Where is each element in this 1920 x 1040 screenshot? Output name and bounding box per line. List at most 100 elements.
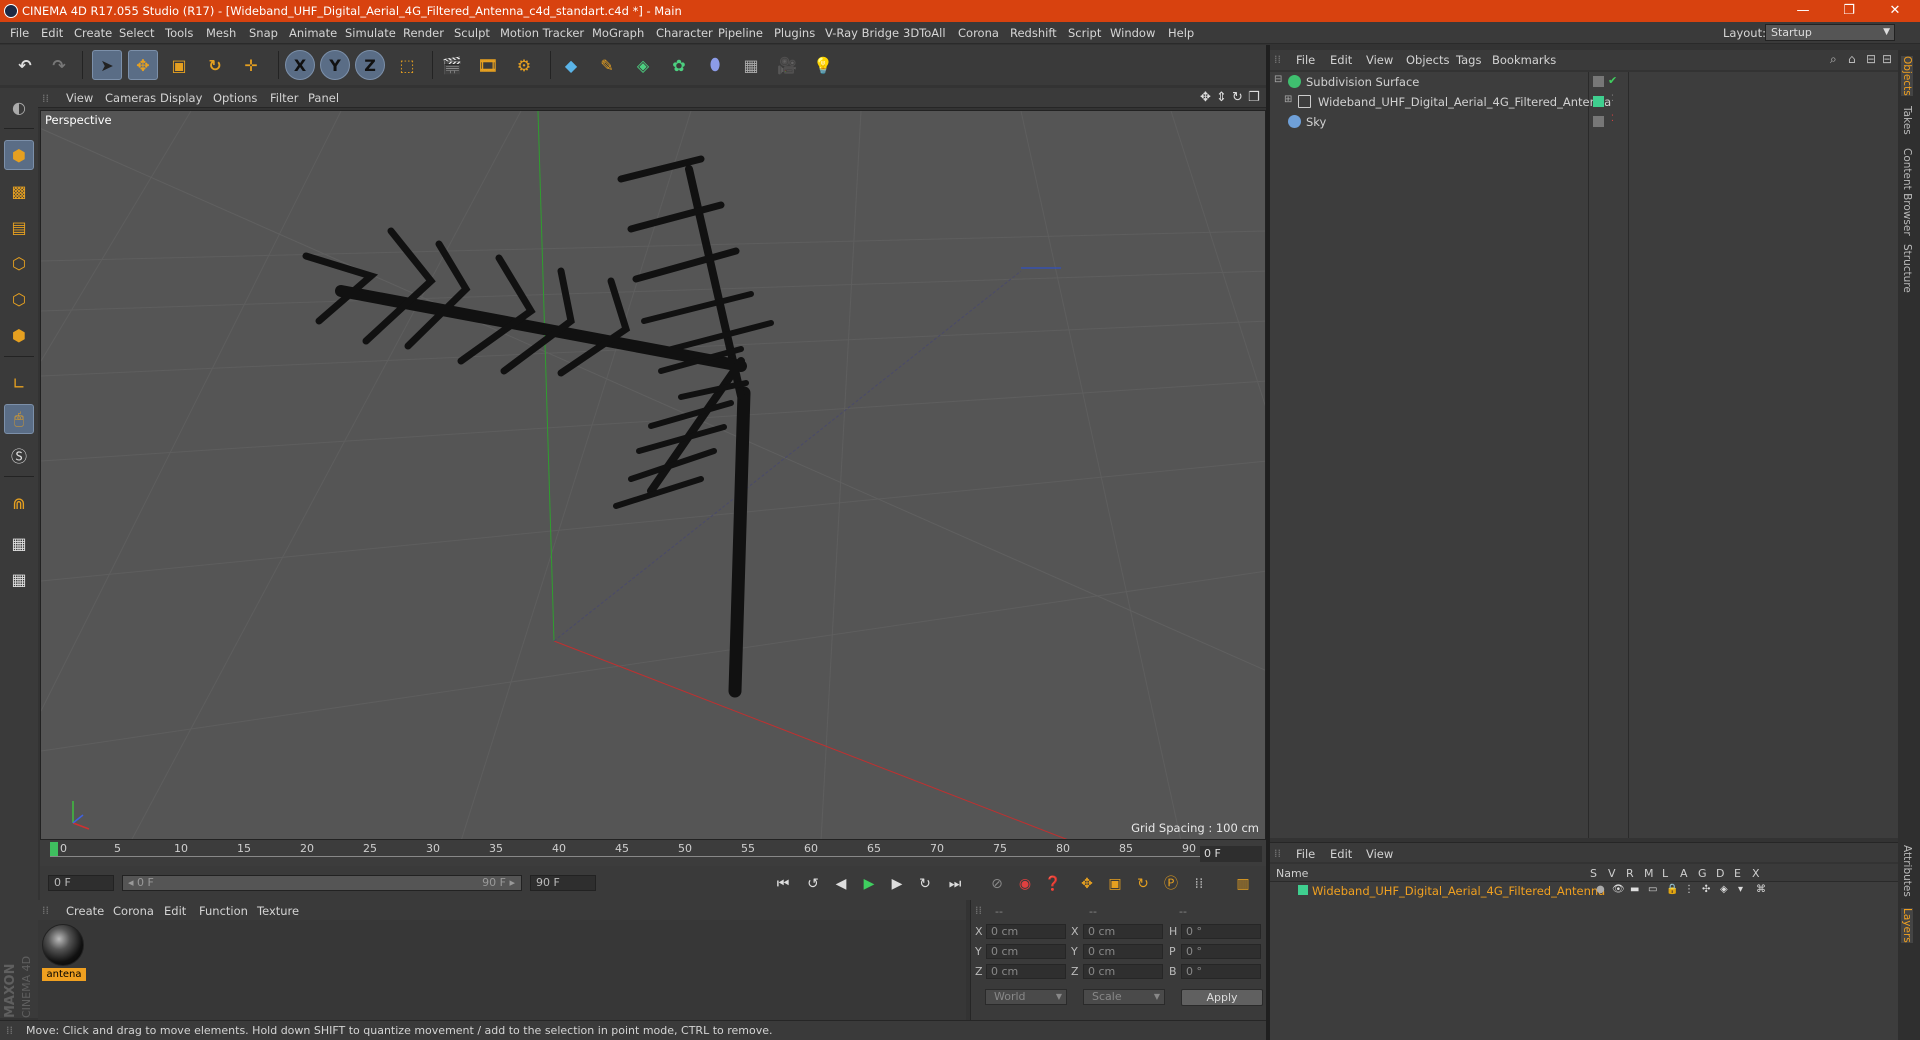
minimize-button[interactable]: —: [1780, 0, 1826, 22]
size-x-field[interactable]: 0 cm: [1083, 924, 1163, 939]
enabled-check-icon[interactable]: ✔: [1608, 74, 1617, 87]
redo-icon[interactable]: ↷: [44, 50, 74, 80]
generators-toggle-icon[interactable]: ✣: [1702, 884, 1710, 895]
material-swatch[interactable]: antena: [38, 920, 90, 986]
tab-structure[interactable]: Structure: [1901, 244, 1913, 293]
snap-magnet-icon[interactable]: ⋒: [4, 488, 34, 518]
col-manager[interactable]: M: [1644, 867, 1654, 880]
menu-snap[interactable]: Snap: [249, 26, 278, 40]
object-row-sky[interactable]: Sky ⁚: [1270, 112, 1898, 132]
axis-mode-icon[interactable]: ∟: [4, 368, 34, 398]
render-toggle-icon[interactable]: ▬: [1630, 884, 1639, 895]
object-row-antenna[interactable]: ⊞ Wideband_UHF_Digital_Aerial_4G_Filtere…: [1270, 92, 1898, 112]
lm-menu-view[interactable]: View: [1366, 847, 1393, 861]
make-editable-icon[interactable]: ◐: [4, 92, 34, 122]
coordinate-space-dropdown[interactable]: World ▼: [985, 989, 1067, 1005]
layer-row[interactable]: Wideband_UHF_Digital_Aerial_4G_Filtered_…: [1270, 882, 1898, 900]
menu-animate[interactable]: Animate: [289, 26, 337, 40]
z-axis-lock-button[interactable]: Z: [355, 50, 385, 80]
object-row-subdivision-surface[interactable]: ⊟ Subdivision Surface ✔: [1270, 72, 1898, 92]
menu-corona[interactable]: Corona: [958, 26, 999, 40]
menu-edit[interactable]: Edit: [41, 26, 63, 40]
menu-help[interactable]: Help: [1168, 26, 1194, 40]
key-parameter-icon[interactable]: Ⓟ: [1160, 873, 1182, 895]
keyframe-selection-icon[interactable]: ⊘: [986, 873, 1008, 895]
recent-tool-icon[interactable]: ✛: [236, 50, 266, 80]
tab-objects[interactable]: Objects: [1901, 56, 1913, 96]
layout-dropdown[interactable]: Startup ▼: [1765, 24, 1895, 41]
material-menu-function[interactable]: Function: [199, 904, 248, 918]
preview-range-slider[interactable]: ◂ 0 F 90 F ▸: [122, 875, 522, 891]
timeline-ruler[interactable]: 0 5 10 15 20 25 30 35 40 45 50 55 60 65 …: [40, 840, 1266, 866]
menu-pipeline[interactable]: Pipeline: [718, 26, 763, 40]
material-menu-create[interactable]: Create: [66, 904, 104, 918]
viewport-menu-display[interactable]: Display: [160, 91, 202, 105]
visibility-dots-icon[interactable]: ⁚: [1611, 114, 1614, 124]
animation-toggle-icon[interactable]: ⋮: [1684, 884, 1694, 895]
view-toggle-icon[interactable]: 👁: [1612, 884, 1625, 895]
step-forward-icon[interactable]: ▶: [886, 873, 908, 895]
deformers-toggle-icon[interactable]: ◈: [1720, 884, 1728, 895]
col-name[interactable]: Name: [1276, 867, 1308, 880]
play-icon[interactable]: ▶: [858, 873, 880, 895]
workplane-lock-icon[interactable]: ▦: [4, 528, 34, 558]
current-frame-field[interactable]: 0 F: [1200, 846, 1262, 862]
viewport-maximize-icon[interactable]: ❐: [1248, 90, 1260, 105]
menu-mesh[interactable]: Mesh: [206, 26, 236, 40]
live-selection-icon[interactable]: ➤: [92, 50, 122, 80]
viewport-menu-filter[interactable]: Filter: [270, 91, 298, 105]
key-position-icon[interactable]: ✥: [1076, 873, 1098, 895]
col-render[interactable]: R: [1626, 867, 1634, 880]
xrefs-toggle-icon[interactable]: ⌘: [1756, 884, 1766, 895]
coordinate-system-icon[interactable]: ⬚: [392, 50, 422, 80]
close-button[interactable]: ✕: [1872, 0, 1918, 22]
om-menu-view[interactable]: View: [1366, 53, 1393, 67]
menu-script[interactable]: Script: [1068, 26, 1101, 40]
array-mograph-icon[interactable]: ✿: [664, 50, 694, 80]
om-menu-file[interactable]: File: [1296, 53, 1315, 67]
light-icon[interactable]: 💡: [808, 50, 838, 80]
cube-primitive-icon[interactable]: ◆: [556, 50, 586, 80]
om-menu-objects[interactable]: Objects: [1406, 53, 1449, 67]
record-active-icon[interactable]: ◉: [1014, 873, 1036, 895]
workplane-mode-icon[interactable]: ▤: [4, 212, 34, 242]
lm-menu-edit[interactable]: Edit: [1330, 847, 1352, 861]
tab-layers[interactable]: Layers: [1901, 908, 1913, 943]
col-solo[interactable]: S: [1590, 867, 1597, 880]
rotate-tool-icon[interactable]: ↻: [200, 50, 230, 80]
menu-3dtoall[interactable]: 3DToAll: [903, 26, 946, 40]
key-point-level-icon[interactable]: ⁞⁞: [1188, 873, 1210, 895]
tweak-mode-icon[interactable]: 🖱: [4, 404, 34, 434]
material-menu-edit[interactable]: Edit: [164, 904, 186, 918]
collapse-icon[interactable]: ⊟: [1274, 74, 1282, 85]
menu-file[interactable]: File: [10, 26, 29, 40]
menu-render[interactable]: Render: [403, 26, 444, 40]
apply-button[interactable]: Apply: [1181, 989, 1263, 1006]
material-menu-texture[interactable]: Texture: [257, 904, 299, 918]
visibility-dots-icon[interactable]: ⁚: [1611, 94, 1614, 104]
pos-z-field[interactable]: 0 cm: [986, 964, 1066, 979]
om-menu-edit[interactable]: Edit: [1330, 53, 1352, 67]
search-icon[interactable]: ⌕: [1830, 52, 1837, 67]
x-axis-lock-button[interactable]: X: [285, 50, 315, 80]
rot-b-field[interactable]: 0 °: [1181, 964, 1261, 979]
visibility-toggle-icon[interactable]: [1593, 76, 1604, 87]
lm-menu-file[interactable]: File: [1296, 847, 1315, 861]
go-to-start-icon[interactable]: ⏮: [772, 873, 794, 895]
tab-content-browser[interactable]: Content Browser: [1901, 148, 1913, 236]
floor-environment-icon[interactable]: ▦: [736, 50, 766, 80]
render-picture-viewer-icon[interactable]: 🎞: [473, 50, 503, 80]
menu-vray-bridge[interactable]: V-Ray Bridge: [825, 26, 899, 40]
viewport-rotate-icon[interactable]: ↻: [1232, 90, 1243, 105]
col-expressions[interactable]: E: [1734, 867, 1741, 880]
points-mode-icon[interactable]: ⬡: [4, 248, 34, 278]
pos-y-field[interactable]: 0 cm: [986, 944, 1066, 959]
render-settings-icon[interactable]: ⚙: [509, 50, 539, 80]
viewport-menu-cameras[interactable]: Cameras: [105, 91, 156, 105]
layer-color-icon[interactable]: [1593, 96, 1604, 107]
menu-window[interactable]: Window: [1110, 26, 1155, 40]
edges-mode-icon[interactable]: ⬡: [4, 284, 34, 314]
expand-icon[interactable]: ⊞: [1284, 94, 1292, 105]
scale-tool-icon[interactable]: ▣: [164, 50, 194, 80]
menu-tools[interactable]: Tools: [165, 26, 193, 40]
